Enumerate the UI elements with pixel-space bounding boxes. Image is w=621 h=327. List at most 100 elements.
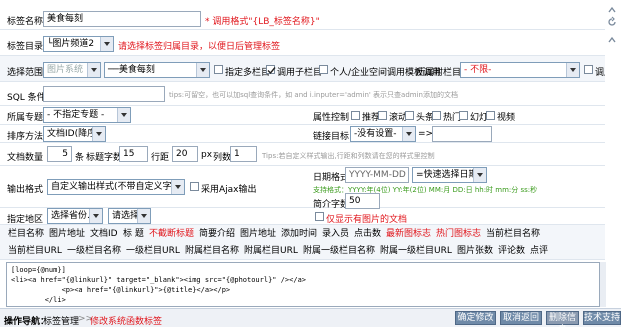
field-button[interactable]: 热门图标志 bbox=[434, 226, 483, 243]
field-button[interactable]: 标 题 bbox=[121, 226, 146, 243]
row-quantity: 文档数量 5 条 标题字数 15 行距 20 px 列数 1 Tips:若自定义… bbox=[0, 143, 605, 166]
field-button[interactable]: 不截断标题 bbox=[147, 226, 196, 243]
city-value: 请选择 bbox=[112, 211, 140, 221]
field-button[interactable]: 附属一级栏目URL bbox=[378, 243, 454, 260]
attr-checkbox-headline[interactable] bbox=[405, 111, 414, 120]
refresh-icon[interactable] bbox=[606, 16, 618, 28]
field-button[interactable]: 栏目名称 bbox=[6, 226, 46, 243]
field-button[interactable]: 录入员 bbox=[320, 226, 351, 243]
tag-dir-value: └图片频道2 bbox=[47, 39, 95, 49]
tag-name-label: 标签名称 bbox=[7, 17, 44, 27]
field-button[interactable]: 添加时间 bbox=[279, 226, 319, 243]
category-value: ──美食每刻 bbox=[108, 65, 155, 75]
field-button[interactable]: 当前栏目名称 bbox=[484, 226, 542, 243]
link-target-input[interactable] bbox=[432, 126, 492, 142]
doc-count-unit: 条 bbox=[75, 153, 85, 163]
link-target-select[interactable]: -没有设置- bbox=[350, 126, 416, 142]
attr-checkbox-video[interactable] bbox=[486, 111, 495, 120]
attr-label-video: 视频 bbox=[497, 113, 516, 123]
multi-column-checkbox[interactable] bbox=[214, 65, 223, 74]
chevron-down-icon bbox=[91, 68, 97, 72]
province-select[interactable]: 选择省份... bbox=[47, 208, 103, 224]
tag-dir-select[interactable]: └图片频道2 bbox=[43, 36, 114, 52]
template-textarea[interactable]: [loop={@num}] <li><a href="{@linkurl}" t… bbox=[6, 262, 600, 307]
system-value: 图片系统 bbox=[47, 65, 84, 75]
nav-path[interactable]: 标签管理 bbox=[43, 314, 79, 327]
field-button[interactable]: 附属栏目名称 bbox=[183, 243, 241, 260]
chevron-down-icon bbox=[93, 214, 99, 218]
sub-column-checkbox[interactable] bbox=[266, 65, 276, 75]
title-length-label: 标题字数 bbox=[86, 153, 123, 163]
cancel-return-button[interactable]: 取消返回 bbox=[500, 311, 542, 325]
field-button[interactable]: 附属一级栏目名称 bbox=[301, 243, 377, 260]
topic-select[interactable]: - 不指定专题 - bbox=[43, 107, 131, 123]
order-select[interactable]: 文档ID(降序) bbox=[43, 126, 106, 142]
order-label: 排序方法 bbox=[7, 132, 44, 142]
output-format-value: 自定义输出样式(不带自定义字段) bbox=[51, 182, 185, 192]
chevron-down-icon bbox=[121, 113, 127, 117]
field-button[interactable]: 图片地址 bbox=[47, 226, 87, 243]
category-select[interactable]: ──美食每刻 bbox=[104, 62, 210, 78]
field-button[interactable]: 文档ID bbox=[88, 226, 120, 243]
columns-input[interactable]: 1 bbox=[230, 146, 257, 162]
sub-column-label: 调用子栏目 bbox=[277, 68, 323, 78]
row-topic: 所属专题 - 不指定专题 - 属性控制 推荐 滚动 头条 热门 幻灯 视频 bbox=[0, 106, 605, 125]
template-code: [loop={@num}] <li><a href="{@linkurl}" t… bbox=[11, 266, 307, 304]
chevron-down-icon bbox=[175, 185, 181, 189]
ajax-output-label: 采用Ajax输出 bbox=[201, 185, 257, 195]
tag-name-hint: * 调用格式"{LB_标签名称}" bbox=[205, 17, 320, 27]
field-button[interactable]: 点击数 bbox=[352, 226, 383, 243]
title-length-input[interactable]: 15 bbox=[119, 146, 148, 162]
space-call-checkbox[interactable] bbox=[319, 65, 328, 74]
row-tag-dir: 标签目录 └图片频道2 请选择标签归属目录，以便日后管理标签 bbox=[0, 30, 605, 56]
field-button[interactable]: 当前栏目URL bbox=[6, 243, 64, 260]
attr-checkbox-slide[interactable] bbox=[459, 111, 468, 120]
scope-label: 选择范围 bbox=[7, 68, 44, 78]
textarea-scrollbar[interactable] bbox=[600, 262, 606, 307]
field-button[interactable]: 点评 bbox=[528, 243, 550, 260]
field-button[interactable]: 图片张数 bbox=[455, 243, 495, 260]
region-label: 指定地区 bbox=[7, 215, 44, 225]
row-output: 输出格式 自定义输出样式(不带自定义字段) 采用Ajax输出 日期格式 YYYY… bbox=[0, 166, 605, 210]
city-select[interactable]: 请选择 bbox=[108, 208, 151, 224]
output-format-select[interactable]: 自定义输出样式(不带自定义字段) bbox=[47, 179, 185, 195]
intro-length-input[interactable]: 50 bbox=[345, 193, 380, 209]
field-button[interactable]: 图片地址 bbox=[238, 226, 278, 243]
row-region: 指定地区 选择省份... 请选择 仅显示有图片的文档 bbox=[0, 208, 605, 225]
field-button[interactable]: 附属栏目URL bbox=[242, 243, 300, 260]
parent-column-value: - 不限- bbox=[464, 65, 492, 75]
row-height-unit: px bbox=[201, 150, 213, 160]
parent-column-label: 所属附栏目 bbox=[416, 68, 462, 78]
field-button[interactable]: 评论数 bbox=[496, 243, 527, 260]
field-button[interactable]: 一级栏目URL bbox=[124, 243, 182, 260]
confirm-edit-button[interactable]: 确定修改 bbox=[455, 311, 496, 325]
ajax-output-checkbox[interactable] bbox=[190, 182, 199, 191]
row-sql: SQL 条件 tips:可留空，也可以加sql查询条件，如 and i.inpu… bbox=[0, 82, 605, 106]
row-height-input[interactable]: 20 bbox=[172, 146, 198, 162]
date-format-input[interactable]: YYYY-MM-DD bbox=[345, 167, 409, 183]
order-value: 文档ID(降序) bbox=[47, 129, 100, 139]
quick-date-value: =快速选择日期= bbox=[416, 170, 486, 180]
chevron-down-icon bbox=[406, 132, 412, 136]
chevron-down-icon bbox=[200, 68, 206, 72]
tag-name-input[interactable]: 美食每刻 bbox=[43, 11, 201, 27]
attr-checkbox-recommend[interactable] bbox=[351, 111, 360, 120]
field-button[interactable]: 一级栏目名称 bbox=[65, 243, 123, 260]
attr-checkbox-scroll[interactable] bbox=[378, 111, 387, 120]
sub-column2-checkbox[interactable] bbox=[584, 65, 593, 74]
topic-value: - 不指定专题 - bbox=[47, 110, 105, 120]
scroll-up-icon[interactable] bbox=[606, 4, 618, 16]
sql-input[interactable] bbox=[43, 86, 165, 102]
side-arrow-icon[interactable] bbox=[606, 34, 618, 46]
row-scope: 选择范围 图片系统 ──美食每刻 指定多栏目 调用子栏目 个人/企业空间调用模板… bbox=[0, 56, 605, 82]
field-button[interactable]: 最新图标志 bbox=[384, 226, 433, 243]
doc-count-input[interactable]: 5 bbox=[47, 146, 72, 162]
pic-only-checkbox[interactable] bbox=[315, 212, 324, 221]
tech-support-button[interactable]: 技术支持 bbox=[583, 311, 621, 325]
chevron-down-icon bbox=[570, 68, 576, 72]
delete-info-button[interactable]: 删除信息 bbox=[546, 311, 579, 327]
quick-date-select[interactable]: =快速选择日期= bbox=[412, 167, 487, 183]
attr-checkbox-hot[interactable] bbox=[432, 111, 441, 120]
field-button[interactable]: 简要介绍 bbox=[197, 226, 237, 243]
parent-column-select[interactable]: - 不限- bbox=[460, 62, 580, 78]
